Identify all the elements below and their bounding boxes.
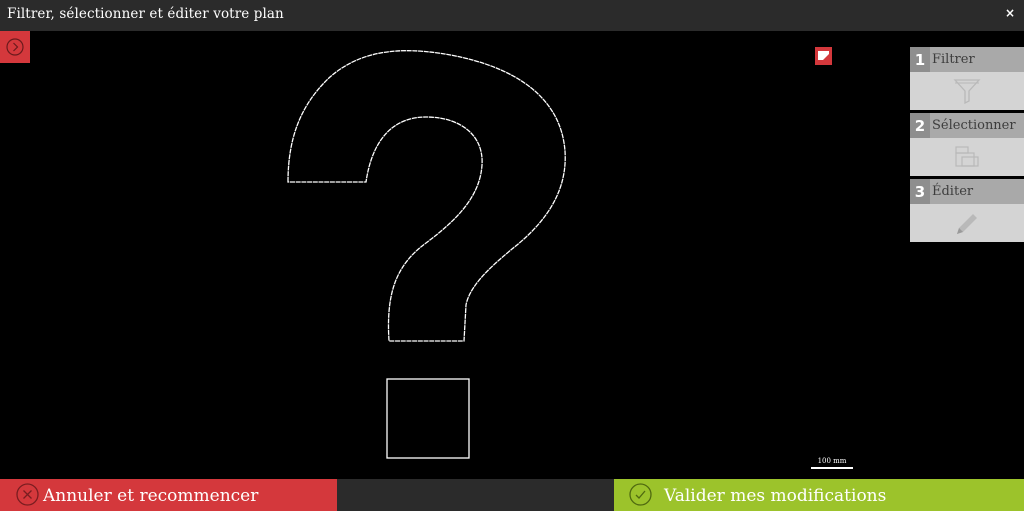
window-title: Filtrer, sélectionner et éditer votre pl… [7,6,284,22]
step-number: 3 [910,179,930,204]
check-circle-icon [629,483,652,506]
step-select[interactable]: 2 Sélectionner [910,113,1024,177]
title-bar: Filtrer, sélectionner et éditer votre pl… [0,0,1024,31]
cancel-label: Annuler et recommencer [43,486,259,506]
chevron-right-circle-icon [6,38,24,56]
step-body[interactable] [910,138,1024,176]
close-icon[interactable]: × [1005,6,1015,20]
step-header: 1 Filtrer [910,47,1024,72]
step-header: 2 Sélectionner [910,113,1024,138]
scale-label: 100 mm [817,457,847,465]
step-label: Sélectionner [932,118,1016,133]
display-toggle-icon [818,51,829,60]
step-body[interactable] [910,204,1024,242]
plan-canvas[interactable]: 1 Filtrer 2 Sélectionner 3 Éditer 100 mm [0,31,1024,479]
x-circle-icon [16,483,39,506]
question-mark-dot [386,378,470,459]
action-bar: Annuler et recommencer Valider mes modif… [0,479,1024,511]
step-number: 1 [910,47,930,72]
step-edit[interactable]: 3 Éditer [910,179,1024,243]
question-mark-outline [287,50,566,342]
step-label: Filtrer [932,52,975,67]
select-layers-icon [955,146,979,167]
step-label: Éditer [932,184,974,199]
scale-bar: 100 mm [810,457,854,469]
display-toggle-button[interactable] [815,47,832,65]
steps-panel: 1 Filtrer 2 Sélectionner 3 Éditer [910,47,1024,245]
scale-line [811,467,853,469]
pencil-icon [957,214,977,234]
cancel-restart-button[interactable]: Annuler et recommencer [0,479,337,511]
collapse-panel-button[interactable] [0,31,30,63]
validate-changes-button[interactable]: Valider mes modifications [614,479,1024,511]
step-header: 3 Éditer [910,179,1024,204]
step-filter[interactable]: 1 Filtrer [910,47,1024,111]
step-body[interactable] [910,72,1024,110]
funnel-icon [953,79,981,104]
plan-drawing [287,50,566,459]
step-number: 2 [910,113,930,138]
confirm-label: Valider mes modifications [664,486,887,506]
